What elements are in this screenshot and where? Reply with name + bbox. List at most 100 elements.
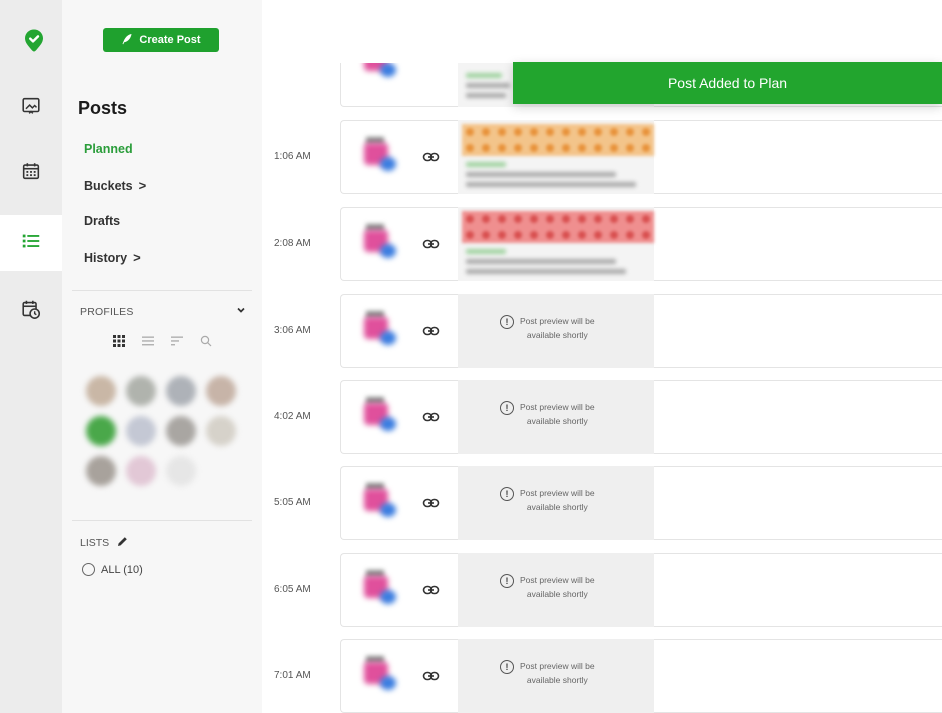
profiles-label: PROFILES — [80, 306, 134, 318]
nav-drafts-label: Drafts — [84, 214, 121, 228]
nav-planned-label: Planned — [84, 142, 133, 156]
nav-drafts[interactable]: Drafts — [84, 214, 120, 228]
preview-image — [462, 211, 654, 243]
post-preview-pending: ! Post preview will be available shortly — [458, 380, 654, 454]
toast-notification[interactable]: Post Added to Plan — [513, 62, 942, 104]
nav-buckets-label: Buckets — [84, 178, 133, 193]
post-time: 7:01 AM — [274, 670, 311, 681]
preview-pending-message: ! Post preview will be available shortly — [500, 400, 630, 428]
pending-text: Post preview will be — [520, 575, 595, 585]
calendar-clock-icon — [20, 298, 42, 325]
pending-text: available shortly — [526, 416, 588, 426]
post-preview-pending: ! Post preview will be available shortly — [458, 553, 654, 627]
preview-image — [462, 124, 654, 156]
timeline-row[interactable]: 1:06 AM — [270, 120, 942, 196]
avatar[interactable] — [86, 456, 116, 486]
post-thumbnail — [356, 479, 406, 529]
list-all-label: ALL (10) — [101, 563, 143, 576]
post-timeline: 1:06 AM 2:08 AM 3:06 AM ! Post preview w… — [270, 0, 942, 713]
calendar-icon — [20, 160, 42, 187]
post-preview — [458, 120, 654, 194]
chevron-down-icon[interactable] — [236, 304, 246, 318]
divider — [72, 520, 252, 521]
feather-icon — [121, 33, 133, 48]
info-icon: ! — [500, 315, 514, 329]
page-title: Posts — [78, 98, 128, 118]
nav-history-label: History — [84, 250, 128, 265]
logo-icon[interactable] — [22, 28, 46, 52]
avatar[interactable] — [166, 376, 196, 406]
avatar[interactable] — [126, 416, 156, 446]
pencil-icon[interactable] — [117, 536, 128, 550]
nav-planned[interactable]: Planned — [84, 142, 133, 156]
timeline-row[interactable]: 5:05 AM ! Post preview will be available … — [270, 466, 942, 542]
nav-buckets[interactable]: Buckets > — [84, 178, 146, 193]
nav-history[interactable]: History > — [84, 250, 141, 265]
post-preview-pending: ! Post preview will be available shortly — [458, 466, 654, 540]
radio-button[interactable] — [82, 563, 95, 576]
list-view-icon[interactable] — [141, 334, 155, 348]
timeline-row[interactable]: 4:02 AM ! Post preview will be available … — [270, 380, 942, 456]
avatar[interactable] — [126, 376, 156, 406]
post-preview-pending: ! Post preview will be available shortly — [458, 294, 654, 368]
list-icon — [20, 230, 42, 257]
timeline-row[interactable]: 7:01 AM ! Post preview will be available … — [270, 639, 942, 713]
pending-text: Post preview will be — [520, 402, 595, 412]
list-all-option[interactable]: ALL (10) — [82, 563, 143, 576]
preview-pending-message: ! Post preview will be available shortly — [500, 659, 630, 687]
lists-header: LISTS — [80, 536, 128, 550]
info-icon: ! — [500, 487, 514, 501]
preview-pending-message: ! Post preview will be available shortly — [500, 486, 630, 514]
post-time: 4:02 AM — [274, 411, 311, 422]
avatar[interactable] — [126, 456, 156, 486]
timeline-row[interactable]: 3:06 AM ! Post preview will be available … — [270, 294, 942, 370]
pending-text: Post preview will be — [520, 316, 595, 326]
info-icon: ! — [500, 401, 514, 415]
grid-view-icon[interactable] — [112, 334, 126, 348]
pending-text: Post preview will be — [520, 488, 595, 498]
rail-media-button[interactable] — [0, 80, 62, 136]
avatar[interactable] — [166, 456, 196, 486]
rail-schedule-button[interactable] — [0, 283, 62, 339]
timeline-row[interactable]: 2:08 AM — [270, 207, 942, 283]
avatar[interactable] — [86, 416, 116, 446]
link-icon[interactable] — [422, 148, 440, 166]
rail-calendar-button[interactable] — [0, 145, 62, 201]
preview-pending-message: ! Post preview will be available shortly — [500, 573, 630, 601]
link-icon[interactable] — [422, 408, 440, 426]
post-time: 5:05 AM — [274, 497, 311, 508]
link-icon[interactable] — [422, 322, 440, 340]
post-preview — [458, 207, 654, 281]
search-icon[interactable] — [199, 334, 213, 348]
post-thumbnail — [356, 393, 406, 443]
avatar[interactable] — [166, 416, 196, 446]
preview-pending-message: ! Post preview will be available shortly — [500, 314, 630, 342]
posts-sidebar: Create Post Posts Planned Buckets > Draf… — [62, 0, 262, 713]
link-icon[interactable] — [422, 581, 440, 599]
toast-message: Post Added to Plan — [667, 75, 788, 91]
post-time: 6:05 AM — [274, 584, 311, 595]
create-post-button[interactable]: Create Post — [103, 28, 219, 52]
post-time: 2:08 AM — [274, 238, 311, 249]
post-thumbnail — [356, 133, 406, 183]
post-thumbnail — [356, 307, 406, 357]
link-icon[interactable] — [422, 667, 440, 685]
pending-text: available shortly — [526, 330, 588, 340]
profile-view-toggles — [112, 334, 213, 348]
avatar[interactable] — [206, 376, 236, 406]
link-icon[interactable] — [422, 494, 440, 512]
sort-icon[interactable] — [170, 334, 184, 348]
icon-rail — [0, 0, 62, 713]
pending-text: available shortly — [526, 589, 588, 599]
media-icon — [20, 95, 42, 122]
timeline-row[interactable]: 6:05 AM ! Post preview will be available … — [270, 553, 942, 629]
post-thumbnail — [356, 652, 406, 702]
rail-list-button[interactable] — [0, 215, 62, 271]
avatar[interactable] — [206, 416, 236, 446]
lists-label: LISTS — [80, 537, 110, 549]
post-time: 1:06 AM — [274, 151, 311, 162]
pending-text: available shortly — [526, 502, 588, 512]
link-icon[interactable] — [422, 235, 440, 253]
create-post-label: Create Post — [139, 34, 201, 46]
avatar[interactable] — [86, 376, 116, 406]
